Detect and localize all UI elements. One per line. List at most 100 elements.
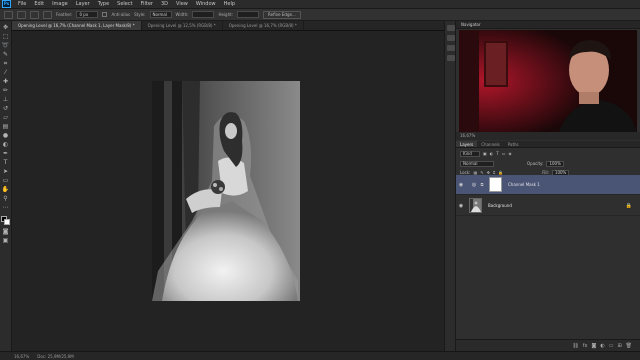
layer-filter-row: Kind ▣ ◐ T ▭ ◈ (456, 149, 640, 158)
type-icon[interactable]: T (2, 159, 10, 166)
blur-icon[interactable]: ● (2, 132, 10, 139)
menu-image[interactable]: Image (48, 1, 72, 7)
menu-window[interactable]: Window (192, 1, 220, 7)
bride-photo-image (152, 81, 300, 301)
screen-mode-icon[interactable]: ▣ (2, 237, 10, 244)
layer-lock-icon[interactable]: 🔒 (626, 203, 632, 209)
status-zoom[interactable]: 16,67% (14, 354, 29, 359)
history-panel-icon[interactable] (447, 25, 455, 31)
navigator-preview[interactable] (459, 30, 637, 132)
collapsed-panels-strip (444, 21, 456, 351)
menu-layer[interactable]: Layer (72, 1, 94, 7)
tools-panel: ✥ ⬚ ➰ ✎ ⌗ ⁄ ✚ ✏ ⊥ ↺ ▱ ▤ ● ◐ ✒ T ➤ ▭ ✋ ⚲ … (0, 21, 12, 351)
new-group-icon[interactable]: ▭ (609, 343, 614, 349)
navigator-zoom[interactable]: 16,67% (456, 132, 640, 140)
document-tab-bar: Opening Level @ 16,7% (Channel Mask 1, L… (12, 21, 444, 31)
healing-icon[interactable]: ✚ (2, 78, 10, 85)
hand-icon[interactable]: ✋ (2, 186, 10, 193)
menu-type[interactable]: Type (94, 1, 113, 7)
feather-input[interactable]: 0 px (76, 11, 99, 18)
path-select-icon[interactable]: ➤ (2, 168, 10, 175)
quick-mask-icon[interactable]: ◙ (2, 228, 10, 235)
visibility-eye-icon[interactable]: ◉ (456, 182, 466, 188)
photoshop-logo: Ps (2, 0, 11, 8)
more-tools-icon[interactable]: ⋯ (2, 204, 10, 211)
visibility-eye-icon[interactable]: ◉ (456, 203, 466, 209)
layer-thumbnail[interactable] (469, 198, 482, 213)
dodge-icon[interactable]: ◐ (2, 141, 10, 148)
width-input[interactable] (192, 11, 215, 18)
history-brush-icon[interactable]: ↺ (2, 105, 10, 112)
menu-help[interactable]: Help (220, 1, 239, 7)
document-tab-active[interactable]: Opening Level @ 16,7% (Channel Mask 1, L… (12, 21, 142, 30)
brush-panel-icon[interactable] (447, 55, 455, 61)
style-select[interactable]: Normal (149, 11, 172, 18)
new-selection-icon[interactable] (17, 10, 26, 19)
document-photo[interactable] (152, 81, 300, 301)
zoom-icon[interactable]: ⚲ (2, 195, 10, 202)
add-mask-icon[interactable]: ◙ (591, 343, 596, 349)
new-adjustment-layer-icon[interactable]: ◐ (600, 343, 604, 349)
link-layers-icon[interactable]: ⛓ (572, 343, 578, 349)
style-label: Style: (134, 12, 146, 17)
crop-icon[interactable]: ⌗ (2, 60, 10, 67)
lasso-icon[interactable]: ➰ (2, 42, 10, 49)
layer-name[interactable]: Channel Mask 1 (508, 182, 540, 187)
delete-layer-icon[interactable]: 🗑 (626, 343, 632, 349)
channel-mixer-adjustment-icon: ◎ (471, 181, 477, 188)
canvas-area[interactable] (12, 31, 444, 351)
mask-link-icon[interactable]: ⧉ (479, 182, 485, 187)
brush-icon[interactable]: ✏ (2, 87, 10, 94)
gradient-icon[interactable]: ▤ (2, 123, 10, 130)
filter-type-icon[interactable]: T (496, 151, 498, 156)
document-tab[interactable]: Opening Level @ 16,7% (RGB/8) * (223, 21, 304, 30)
filter-adjustment-icon[interactable]: ◐ (490, 151, 494, 156)
adjustments-panel-icon[interactable] (447, 45, 455, 51)
properties-panel-icon[interactable] (447, 35, 455, 41)
layer-row-channel-mask[interactable]: ◉ ◎ ⧉ Channel Mask 1 (456, 175, 640, 195)
filter-shape-icon[interactable]: ▭ (502, 151, 506, 156)
menu-file[interactable]: File (14, 1, 30, 7)
shape-icon[interactable]: ▭ (2, 177, 10, 184)
add-selection-icon[interactable] (30, 10, 39, 19)
refine-edge-button[interactable]: Refine Edge... (263, 10, 301, 19)
clone-stamp-icon[interactable]: ⊥ (2, 96, 10, 103)
layer-mask-thumbnail[interactable] (489, 177, 502, 192)
eyedropper-icon[interactable]: ⁄ (2, 69, 10, 76)
eraser-icon[interactable]: ▱ (2, 114, 10, 121)
navigator-header[interactable]: Navigator (456, 21, 640, 29)
tab-layers[interactable]: Layers (456, 141, 478, 147)
opacity-input[interactable]: 100% (546, 160, 564, 167)
layer-name[interactable]: Background (488, 203, 512, 208)
subtract-selection-icon[interactable] (43, 10, 52, 19)
layer-style-icon[interactable]: fx (583, 343, 588, 349)
layer-row-background[interactable]: ◉ Background 🔒 (456, 196, 640, 216)
menu-edit[interactable]: Edit (30, 1, 48, 7)
antialias-checkbox[interactable] (102, 12, 108, 17)
pen-icon[interactable]: ✒ (2, 150, 10, 157)
blend-mode-select[interactable]: Normal (460, 160, 494, 167)
options-bar: Feather: 0 px Anti-alias Style: Normal W… (0, 9, 640, 21)
webcam-overlay-image (459, 30, 637, 132)
height-input[interactable] (237, 11, 260, 18)
kind-filter-select[interactable]: Kind (460, 150, 480, 157)
menu-view[interactable]: View (172, 1, 192, 7)
move-icon[interactable]: ✥ (2, 24, 10, 31)
antialias-label: Anti-alias (111, 12, 131, 17)
marquee-icon[interactable]: ⬚ (2, 33, 10, 40)
tab-paths[interactable]: Paths (504, 141, 523, 147)
tool-preset-icon[interactable] (4, 10, 13, 19)
background-color-swatch[interactable] (3, 219, 10, 225)
menu-filter[interactable]: Filter (137, 1, 157, 7)
new-layer-icon[interactable]: ⊞ (617, 343, 621, 349)
document-tab[interactable]: Opening Level @ 12,5% (RGB/8) * (142, 21, 223, 30)
filter-smart-object-icon[interactable]: ◈ (509, 151, 512, 156)
color-swatches[interactable] (0, 216, 11, 226)
menu-3d[interactable]: 3D (157, 1, 172, 7)
tab-channels[interactable]: Channels (477, 141, 504, 147)
status-doc-size[interactable]: Doc: 25,9M/25,9M (37, 354, 73, 359)
menu-select[interactable]: Select (113, 1, 136, 7)
quick-select-icon[interactable]: ✎ (2, 51, 10, 58)
blend-opacity-row: Normal Opacity: 100% (456, 159, 640, 168)
filter-pixel-icon[interactable]: ▣ (483, 151, 487, 156)
